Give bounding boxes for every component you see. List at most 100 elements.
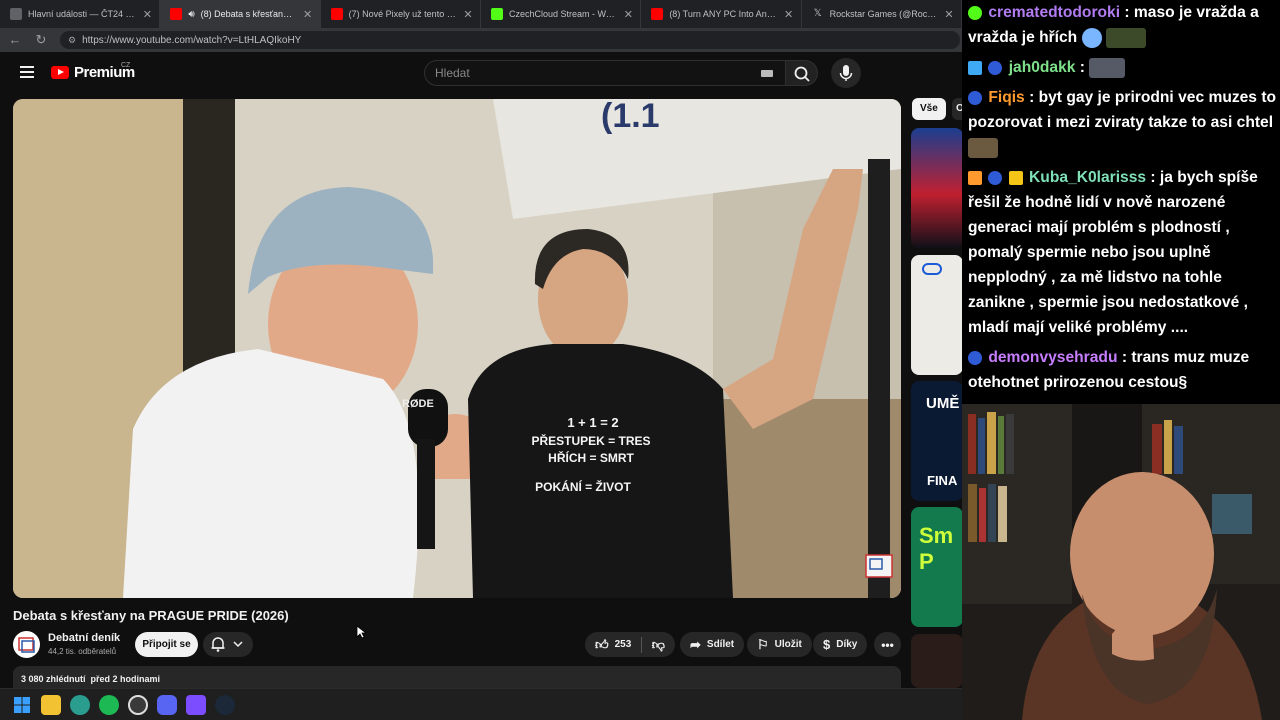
youtube-play-logo-icon — [51, 66, 69, 79]
like-count[interactable]: 253 — [615, 639, 632, 650]
video-title: Debata s křesťany na PRAGUE PRIDE (2026) — [13, 608, 289, 623]
close-tab-icon[interactable]: ✕ — [622, 8, 634, 21]
youtube-page: Premium CZ (1.1 RØDE — [0, 52, 964, 688]
reload-icon[interactable]: ↻ — [34, 33, 48, 47]
divider — [641, 636, 642, 653]
chat-text: : ja bych spíše řešil že hodně lidí v no… — [968, 169, 1258, 336]
streamer-webcam — [962, 404, 1280, 720]
recommended-thumbnail[interactable]: UMĚ FINA — [911, 381, 963, 501]
tab-title: Rockstar Games (@RockstarGame — [829, 9, 937, 19]
svg-text:(1.1: (1.1 — [601, 99, 660, 135]
browser-tab[interactable]: CzechCloud Stream - Watch Live o ✕ — [481, 0, 642, 28]
windows-taskbar — [0, 688, 962, 720]
search-button[interactable] — [786, 60, 818, 86]
browser-tab[interactable]: (7) Nové Pixely už tento týden.. | P ✕ — [321, 0, 481, 28]
close-tab-icon[interactable]: ✕ — [302, 8, 314, 21]
chat-badge-icon — [968, 60, 982, 75]
chat-badge-icon — [988, 170, 1003, 185]
ct24-favicon-icon — [10, 8, 22, 20]
ct-logo-icon — [922, 263, 942, 275]
mouse-cursor-icon — [356, 625, 366, 639]
filter-chip-all[interactable]: Vše — [912, 98, 946, 120]
chat-badge-icon — [988, 60, 1003, 75]
search-icon — [794, 66, 810, 82]
more-actions-button[interactable]: ••• — [874, 632, 901, 657]
close-tab-icon[interactable]: ✕ — [783, 8, 795, 21]
chat-username: crematedtodoroki — [988, 4, 1121, 21]
shirt-text-line: POKÁNÍ = ŽIVOT — [535, 479, 631, 494]
bell-icon — [211, 637, 243, 652]
thanks-label: Díky — [836, 639, 858, 650]
windows-start-icon[interactable] — [12, 695, 32, 715]
back-arrow-icon[interactable]: ← — [8, 33, 22, 47]
url-text: https://www.youtube.com/watch?v=LtHLAQIk… — [82, 34, 302, 46]
save-button[interactable]: ⚐ Uložit — [747, 632, 812, 657]
speaker-icon[interactable]: 🔊︎ — [188, 9, 194, 20]
channel-name[interactable]: Debatní deník — [48, 632, 120, 644]
join-button[interactable]: Připojit se — [135, 632, 198, 657]
kick-favicon-icon — [490, 8, 503, 20]
recommended-thumbnail[interactable] — [911, 128, 963, 248]
app-grid-icon[interactable] — [186, 695, 206, 715]
close-tab-icon[interactable]: ✕ — [943, 8, 955, 21]
browser-tab-active[interactable]: 🔊︎ (8) Debata s křesťany na PRAGUE ✕ — [160, 0, 321, 28]
thumbs-down-icon[interactable]: 👎︎ — [652, 638, 665, 651]
chat-username: demonvysehradu — [988, 349, 1118, 366]
close-tab-icon[interactable]: ✕ — [141, 8, 153, 21]
recommended-thumbnail[interactable] — [911, 255, 963, 375]
webcam-image — [962, 404, 1280, 720]
file-explorer-icon[interactable] — [41, 695, 61, 715]
country-code: CZ — [121, 62, 131, 69]
share-button[interactable]: ➦ Sdílet — [680, 632, 745, 657]
tab-title: (7) Nové Pixely už tento týden.. | P — [348, 9, 456, 19]
like-dislike-pill: 👍︎ 253 👎︎ — [585, 632, 675, 657]
save-label: Uložit — [774, 639, 802, 650]
channel-logo-icon — [17, 636, 35, 653]
youtube-favicon-icon — [651, 8, 664, 20]
obs-icon[interactable] — [128, 695, 148, 715]
thumbs-up-icon[interactable]: 👍︎ — [595, 638, 609, 651]
more-dots-icon: ••• — [881, 637, 894, 652]
url-field[interactable]: ⚙ https://www.youtube.com/watch?v=LtHLAQ… — [60, 31, 960, 49]
youtube-favicon-icon — [170, 8, 183, 20]
chat-badge-icon — [968, 5, 982, 20]
video-frame-image: (1.1 RØDE 1 + 1 = 2 PŘESTUPEK = TRES HŘÍ… — [13, 99, 901, 598]
menu-icon[interactable] — [20, 66, 34, 78]
chat-username: Kuba_K0larisss — [1029, 169, 1147, 186]
thanks-button[interactable]: $ Díky — [813, 632, 868, 657]
x-favicon-icon: 𝕏 — [813, 8, 822, 19]
spotify-icon[interactable] — [99, 695, 119, 715]
chat-message: crematedtodoroki : maso je vražda a vraž… — [968, 0, 1280, 50]
site-info-icon[interactable]: ⚙ — [68, 35, 76, 46]
chat-message: Kuba_K0larisss : ja bych spíše řešil že … — [968, 165, 1280, 340]
share-arrow-icon: ➦ — [690, 637, 701, 652]
browser-tab[interactable]: (8) Turn ANY PC Into An Xbox! H ✕ — [641, 0, 802, 28]
thumbnail-text: UMĚ — [926, 395, 960, 412]
recommended-thumbnail[interactable]: Sm P — [911, 507, 963, 627]
recommended-thumbnail[interactable] — [911, 634, 963, 688]
edge-browser-icon[interactable] — [70, 695, 90, 715]
subscriber-count: 44,2 tis. odběratelů — [48, 647, 117, 656]
notification-bell-button[interactable] — [203, 632, 253, 657]
bookmark-icon: ⚐ — [757, 637, 769, 652]
super-thanks-icon: $ — [823, 637, 831, 652]
voice-search-button[interactable] — [831, 58, 861, 88]
chat-badge-icon — [968, 90, 982, 105]
steam-icon[interactable] — [215, 695, 235, 715]
tab-title: Hlavní události — ČT24 — Česká — [28, 9, 135, 19]
chat-username: Fiqis — [988, 89, 1025, 106]
channel-avatar[interactable] — [13, 631, 40, 658]
search-box[interactable] — [424, 60, 786, 86]
animal-emote-icon — [968, 137, 998, 158]
search-input[interactable] — [435, 66, 735, 80]
keyboard-icon[interactable] — [761, 70, 773, 77]
video-player[interactable]: (1.1 RØDE 1 + 1 = 2 PŘESTUPEK = TRES HŘÍ… — [13, 99, 901, 598]
stream-chat-overlay: crematedtodoroki : maso je vražda a vraž… — [962, 0, 1280, 404]
microphone-brand-label: RØDE — [402, 398, 434, 410]
tab-title: (8) Debata s křesťany na PRAGUE — [200, 9, 296, 19]
close-tab-icon[interactable]: ✕ — [462, 8, 474, 21]
browser-tab[interactable]: 𝕏 Rockstar Games (@RockstarGame ✕ — [802, 0, 962, 28]
discord-icon[interactable] — [157, 695, 177, 715]
description-box[interactable]: 3 080 zhlédnutí před 2 hodinami — [13, 666, 901, 688]
browser-tab[interactable]: Hlavní události — ČT24 — Česká ✕ — [0, 0, 161, 28]
